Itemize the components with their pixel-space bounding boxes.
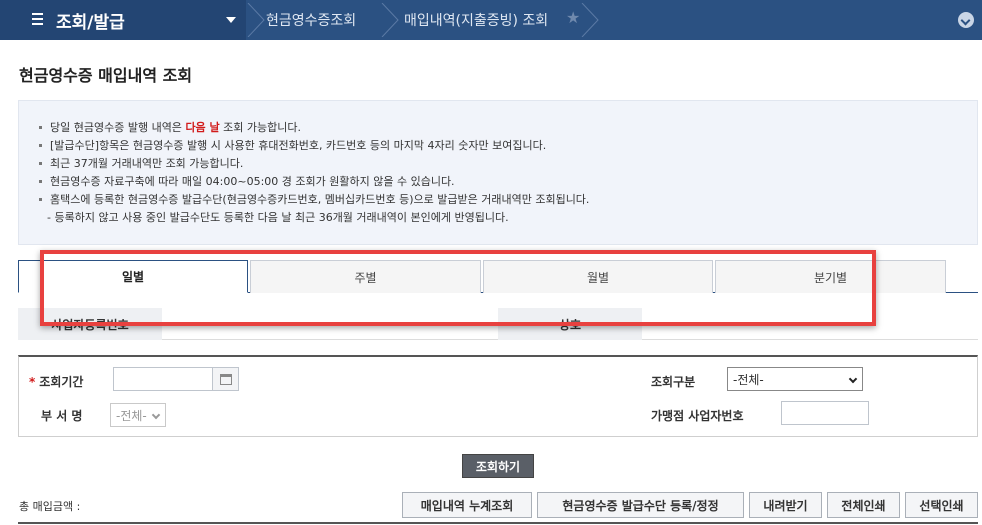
page-root: 조회/발급 현금영수증조회 매입내역(지출증빙) 조회 ★ 현금영수증 매입내역… bbox=[0, 0, 982, 525]
calendar-icon bbox=[220, 374, 232, 385]
notice-text: 당일 현금영수증 발행 내역은 bbox=[50, 121, 186, 134]
breadcrumb-separator-icon bbox=[247, 3, 265, 37]
main-menu-label: 조회/발급 bbox=[56, 13, 125, 33]
merchant-number-input[interactable] bbox=[781, 401, 869, 425]
breadcrumb-label: 매입내역(지출증빙) 조회 bbox=[404, 13, 549, 29]
favorite-star-icon[interactable]: ★ bbox=[566, 8, 580, 27]
notice-text: 현금영수증 자료구축에 따라 매일 04:00~05:00 경 조회가 원활하지… bbox=[50, 175, 455, 188]
category-select[interactable]: -전체- bbox=[727, 367, 863, 391]
notice-item: [발급수단]항목은 현금영수증 발행 시 사용한 휴대전화번호, 카드번호 등의… bbox=[37, 137, 589, 155]
notice-text: [발급수단]항목은 현금영수증 발행 시 사용한 휴대전화번호, 카드번호 등의… bbox=[50, 139, 547, 152]
chevron-down-icon bbox=[151, 410, 161, 420]
notice-text: 최근 37개월 거래내역만 조회 가능합니다. bbox=[50, 157, 244, 170]
breadcrumb-separator-icon bbox=[381, 3, 399, 37]
department-select[interactable]: -전체- bbox=[110, 403, 166, 427]
page-title: 현금영수증 매입내역 조회 bbox=[19, 66, 193, 85]
chevron-down-icon bbox=[848, 374, 858, 384]
annotation-highlight-box bbox=[40, 250, 876, 326]
period-label-text: 조회기간 bbox=[39, 375, 84, 389]
breadcrumb-item-cash-receipt[interactable]: 현금영수증조회 bbox=[266, 0, 356, 40]
required-icon: * bbox=[29, 375, 36, 389]
notice-item: 현금영수증 자료구축에 따라 매일 04:00~05:00 경 조회가 원활하지… bbox=[37, 173, 589, 191]
total-purchase-label: 총 매입금액 : bbox=[19, 500, 81, 513]
download-button[interactable]: 내려받기 bbox=[749, 492, 822, 518]
expand-chevron-icon[interactable] bbox=[958, 12, 974, 28]
notice-subitem: - 등록하지 않고 사용 중인 발급수단도 등록한 다음 날 최근 36개월 거… bbox=[37, 209, 589, 227]
notice-item: 당일 현금영수증 발행 내역은 다음 날 조회 가능합니다. bbox=[37, 119, 589, 137]
category-label: 조회구분 bbox=[651, 375, 696, 389]
notice-highlight: 다음 날 bbox=[185, 121, 220, 134]
hamburger-icon bbox=[32, 13, 43, 25]
table-top-divider bbox=[18, 522, 978, 524]
category-select-value: -전체- bbox=[733, 372, 764, 387]
department-label: 부 서 명 bbox=[41, 409, 83, 423]
print-selected-button[interactable]: 선택인쇄 bbox=[905, 492, 978, 518]
print-all-button[interactable]: 전체인쇄 bbox=[827, 492, 900, 518]
period-label: * 조회기간 bbox=[29, 373, 83, 390]
calendar-button[interactable] bbox=[212, 367, 239, 391]
notice-list: 당일 현금영수증 발행 내역은 다음 날 조회 가능합니다. [발급수단]항목은… bbox=[37, 119, 589, 227]
search-form: * 조회기간 부 서 명 -전체- 조회구분 -전체- 가맹점 사업자번호 bbox=[18, 355, 978, 437]
register-payment-method-button[interactable]: 현금영수증 발급수단 등록/정정 bbox=[537, 492, 744, 518]
period-input[interactable] bbox=[113, 367, 213, 391]
notice-item: 홈택스에 등록한 현금영수증 발급수단(현금영수증카드번호, 멤버십카드번호 등… bbox=[37, 191, 589, 209]
notice-text: 홈택스에 등록한 현금영수증 발급수단(현금영수증카드번호, 멤버십카드번호 등… bbox=[50, 193, 590, 206]
top-navigation-bar: 조회/발급 현금영수증조회 매입내역(지출증빙) 조회 ★ bbox=[0, 0, 982, 40]
caret-down-icon bbox=[226, 17, 236, 23]
cumulative-search-button[interactable]: 매입내역 누계조회 bbox=[402, 492, 532, 518]
notice-box: 당일 현금영수증 발행 내역은 다음 날 조회 가능합니다. [발급수단]항목은… bbox=[18, 100, 978, 245]
breadcrumb-separator-icon bbox=[581, 3, 599, 37]
merchant-number-label: 가맹점 사업자번호 bbox=[651, 409, 744, 423]
notice-item: 최근 37개월 거래내역만 조회 가능합니다. bbox=[37, 155, 589, 173]
search-button[interactable]: 조회하기 bbox=[462, 454, 534, 478]
notice-text: 조회 가능합니다. bbox=[219, 121, 301, 134]
notice-text: - 등록하지 않고 사용 중인 발급수단도 등록한 다음 날 최근 36개월 거… bbox=[47, 211, 509, 224]
breadcrumb-label: 현금영수증조회 bbox=[266, 13, 357, 29]
breadcrumb-item-purchase-history[interactable]: 매입내역(지출증빙) 조회 bbox=[404, 0, 548, 40]
main-menu-dropdown[interactable]: 조회/발급 bbox=[0, 0, 246, 40]
department-select-value: -전체- bbox=[116, 408, 147, 423]
